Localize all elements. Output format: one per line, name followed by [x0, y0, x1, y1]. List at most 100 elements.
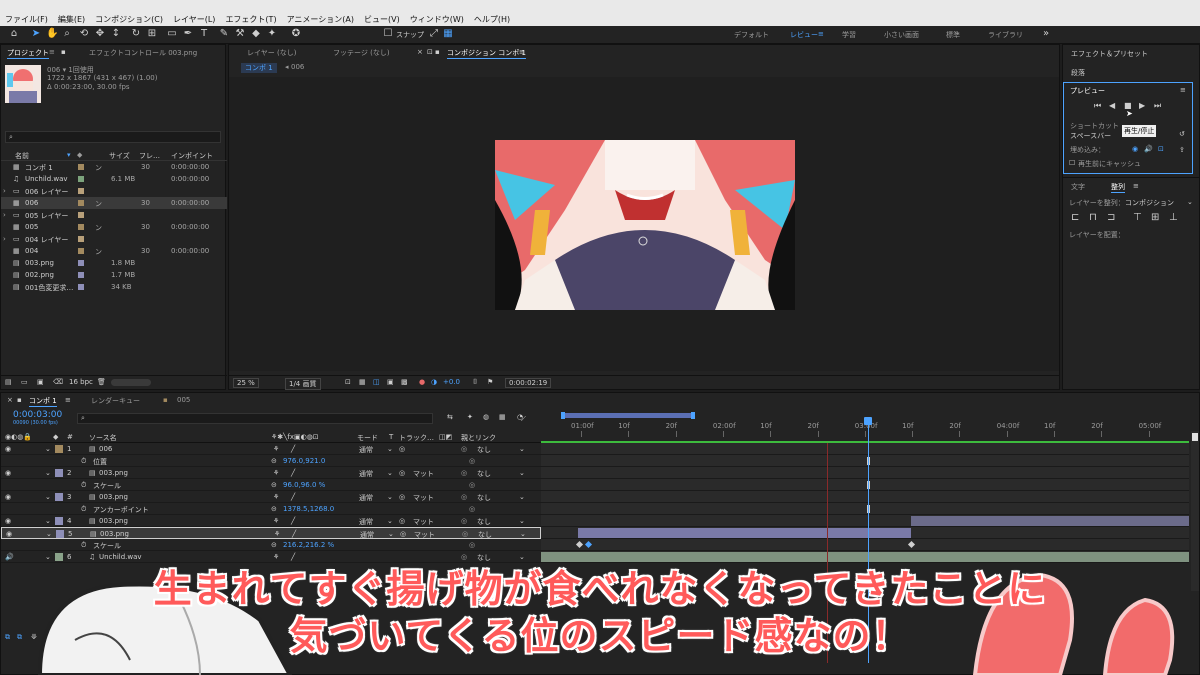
snap-options-icon[interactable]: ⤢ [428, 28, 440, 40]
shy-switch-icon[interactable]: ⚘ [273, 445, 279, 453]
layer-name[interactable]: 006 [99, 445, 112, 453]
label-color-chip[interactable] [78, 176, 84, 182]
viewer-timecode[interactable]: 0:00:02:19 [505, 378, 552, 388]
timeline-track[interactable] [541, 491, 1189, 503]
label-color-chip[interactable] [78, 236, 84, 242]
menu-item[interactable]: ヘルプ(H) [474, 14, 510, 25]
last-frame-icon[interactable]: ⏭ [1154, 101, 1161, 111]
align-top-icon[interactable]: ⊤ [1133, 212, 1142, 223]
layer-row[interactable]: ◉ ⌄ 4 ▤ 003.png ⚘ ╱ 通常 ⌄ ◎ マット ◎ なし ⌄ [1, 515, 541, 527]
pickwhip-icon[interactable]: ◎ [461, 469, 467, 477]
work-area-end-handle[interactable] [691, 412, 695, 419]
project-search-input[interactable]: ⌕ [5, 131, 221, 143]
quality-switch-icon[interactable]: ╱ [291, 493, 295, 501]
tab-composition[interactable]: コンポジション コンポ 1 [447, 48, 526, 59]
cache-checkbox[interactable]: ☐ [1069, 159, 1075, 167]
type-tool-icon[interactable]: T [198, 28, 210, 40]
panel-menu-icon[interactable]: ≡ [65, 396, 71, 404]
orbit-tool-icon[interactable]: ⟲ [78, 28, 90, 40]
exposure-value[interactable]: +0.0 [443, 378, 460, 386]
sort-arrow-icon[interactable]: ▾ [67, 151, 71, 159]
av-switches-icons[interactable]: ◉◐◍🔒 [5, 433, 32, 441]
quality-switch-icon[interactable]: ╱ [292, 530, 296, 538]
menu-item[interactable]: コンポジション(C) [95, 14, 163, 25]
timeline-track[interactable] [541, 503, 1189, 515]
link-icon[interactable]: ⊝ [271, 541, 277, 549]
tab-timeline-comp[interactable]: コンポ 1 [29, 396, 57, 407]
shy-layers-icon[interactable]: ◍ [483, 413, 489, 421]
chevron-down-icon[interactable]: ⌄ [1187, 198, 1193, 206]
project-item[interactable]: › ▭ 005 レイヤー [1, 209, 227, 221]
timeline-track[interactable] [541, 479, 1189, 491]
label-color-chip[interactable] [78, 284, 84, 290]
scrollbar-thumb[interactable] [1192, 433, 1198, 441]
chevron-down-icon[interactable]: ⌄ [519, 517, 525, 525]
column-fps[interactable]: フレ… [139, 151, 160, 161]
close-tab-icon[interactable]: × [7, 396, 13, 404]
clone-tool-icon[interactable]: ⚒ [234, 28, 246, 40]
pan-behind-icon[interactable]: ✥ [94, 28, 106, 40]
rotate-tool-icon[interactable]: ↻ [130, 28, 142, 40]
matte-target-icon[interactable]: ◎ [399, 493, 405, 501]
align-bottom-icon[interactable]: ⊥ [1169, 212, 1178, 223]
column-inpoint[interactable]: インポイント [171, 151, 213, 161]
lock-icon[interactable]: ▪ [61, 48, 66, 56]
workspace-tab[interactable]: 標準 [946, 30, 960, 40]
chevron-down-icon[interactable]: ⌄ [519, 493, 525, 501]
panel-menu-icon[interactable]: ≡ [519, 48, 525, 56]
pickwhip-icon[interactable]: ◎ [461, 445, 467, 453]
project-item[interactable]: ▦ 005 30 0:00:00:00 ン [1, 221, 227, 233]
safe-zones-icon[interactable]: ⊡ [345, 378, 351, 386]
workspace-tab[interactable]: デフォルト [734, 30, 769, 40]
stopwatch-icon[interactable]: ⏱ [81, 505, 86, 514]
pickwhip-icon[interactable]: ◎ [469, 505, 475, 513]
blend-mode-dropdown[interactable]: 通常 [359, 469, 373, 479]
anchor-tool-icon[interactable]: ⊞ [146, 28, 158, 40]
workspace-tab[interactable]: 学習 [842, 30, 856, 40]
property-value[interactable]: 976.0,921.0 [283, 457, 325, 465]
comp-mini-flowchart-icon[interactable]: ⇆ [447, 413, 453, 421]
property-row[interactable]: ⏱ 位置 ⊝ 976.0,921.0 ◎ [1, 455, 541, 467]
twirl-icon[interactable]: ⌄ [45, 469, 51, 477]
layer-label-chip[interactable] [55, 493, 63, 501]
snap-target-icon[interactable]: ▦ [442, 28, 454, 40]
project-item[interactable]: ♫ Unchild.wav 6.1 MB 0:00:00:00 [1, 173, 227, 185]
track-matte-dropdown[interactable]: マット [413, 469, 434, 479]
matte-target-icon[interactable]: ◎ [399, 517, 405, 525]
visibility-icon[interactable]: ◉ [5, 445, 11, 453]
work-area-bar[interactable] [563, 413, 693, 418]
timeline-track[interactable] [541, 467, 1189, 479]
mask-toggle-icon[interactable]: ◫ [373, 378, 380, 386]
twirl-icon[interactable]: ⌄ [45, 517, 51, 525]
trash-icon[interactable]: 🗑 [97, 378, 106, 386]
workspace-menu-icon[interactable]: ≡ [818, 30, 824, 38]
menu-item[interactable]: アニメーション(A) [287, 14, 354, 25]
parent-dropdown[interactable]: なし [477, 493, 491, 503]
label-color-chip[interactable] [78, 248, 84, 254]
menu-item[interactable]: ウィンドウ(W) [410, 14, 464, 25]
track-matte-dropdown[interactable]: マット [413, 493, 434, 503]
chevron-down-icon[interactable]: ⌄ [519, 445, 525, 453]
snap-checkbox[interactable]: ☐ [382, 28, 394, 40]
workspace-tab[interactable]: ライブラリ [988, 30, 1023, 40]
timeline-track[interactable] [541, 443, 1189, 455]
property-row[interactable]: ⏱ アンカーポイント ⊝ 1378.5,1268.0 ◎ [1, 503, 541, 515]
pickwhip-icon[interactable]: ◎ [461, 493, 467, 501]
previous-frame-icon[interactable]: ◀ [1109, 101, 1115, 110]
pickwhip-icon[interactable]: ◎ [469, 481, 475, 489]
include-audio-icon[interactable]: 🔊 [1144, 145, 1153, 153]
shy-switch-icon[interactable]: ⚘ [273, 469, 279, 477]
tab-effect-controls[interactable]: エフェクトコントロール 003.png [89, 48, 197, 58]
matte-icons[interactable]: ◫◩ [439, 433, 452, 441]
viewer-canvas[interactable] [229, 77, 1059, 371]
panel-menu-icon[interactable]: ≡ [49, 48, 55, 56]
draft-3d-icon[interactable]: ✦ [467, 413, 473, 421]
dolly-tool-icon[interactable]: ↕ [110, 28, 122, 40]
eraser-tool-icon[interactable]: ◆ [250, 28, 262, 40]
menu-item[interactable]: エフェクト(T) [225, 14, 276, 25]
work-area-start-handle[interactable] [561, 412, 565, 419]
label-color-chip[interactable] [78, 272, 84, 278]
layer-row[interactable]: ◉ ⌄ 3 ▤ 003.png ⚘ ╱ 通常 ⌄ ◎ マット ◎ なし ⌄ [1, 491, 541, 503]
layer-row[interactable]: ◉ ⌄ 5 ▤ 003.png ⚘ ╱ 通常 ⌄ ◎ マット ◎ なし ⌄ [1, 527, 541, 539]
shy-switch-icon[interactable]: ⚘ [274, 530, 280, 538]
